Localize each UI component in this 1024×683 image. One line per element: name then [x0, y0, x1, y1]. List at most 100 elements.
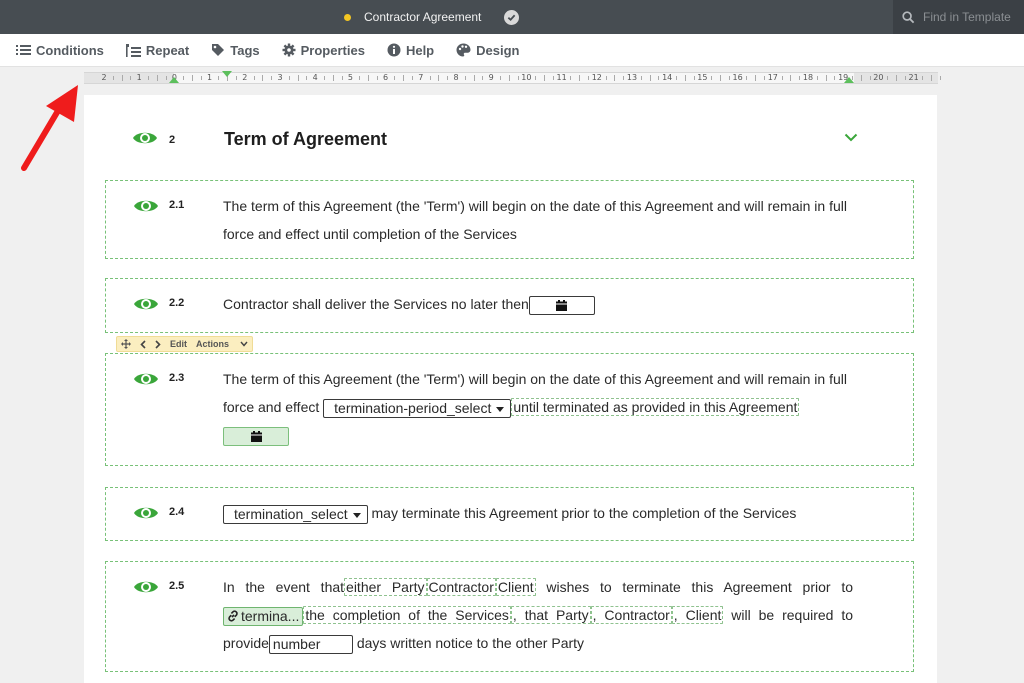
repeat-icon [125, 43, 141, 57]
search-box[interactable] [893, 0, 1024, 34]
ruler-label: 21 [908, 73, 919, 82]
red-annotation-arrow-icon [21, 85, 78, 171]
termination-select[interactable]: termination_select [223, 504, 368, 524]
properties-button[interactable]: Properties [282, 43, 365, 58]
clause-2-2[interactable]: 2.2 Contractor shall deliver the Service… [105, 278, 914, 333]
actions-button[interactable]: Actions [196, 339, 248, 349]
search-input[interactable] [923, 10, 1023, 24]
clause-text-block: The term of this Agreement (the 'Term') … [223, 365, 853, 449]
conditions-button[interactable]: Conditions [16, 43, 104, 58]
document-page: 2 Term of Agreement 2.1 The term of this… [84, 95, 937, 683]
option-that-party[interactable]: , that Party [510, 606, 591, 624]
eye-icon[interactable] [133, 578, 159, 596]
ruler-indent-marker[interactable] [844, 77, 854, 83]
ruler-tick [940, 76, 941, 80]
conditional-text[interactable]: the completion of the Services [303, 606, 511, 624]
option-contractor[interactable]: Contractor [426, 578, 496, 596]
option-client[interactable]: Client [495, 578, 536, 596]
option-contractor[interactable]: , Contractor [590, 606, 672, 624]
clause-text[interactable]: days written notice to the other Party [357, 635, 584, 651]
date-field[interactable] [528, 295, 595, 315]
ruler-tick [121, 75, 123, 81]
ruler-label: 10 [521, 73, 532, 82]
eye-icon[interactable] [133, 370, 159, 388]
ruler-tick [376, 76, 378, 80]
ruler-tick [570, 76, 572, 80]
ruler-label: 2 [101, 73, 107, 82]
document-title-text: Contractor Agreement [364, 10, 482, 24]
ruler-tick [790, 75, 792, 81]
termination-period-select[interactable]: termination-period_select [323, 398, 512, 418]
actions-label: Actions [196, 339, 230, 349]
repeat-button[interactable]: Repeat [125, 43, 189, 58]
check-circle-icon[interactable] [504, 9, 520, 25]
editor-toolbar: Conditions Repeat Tags Properties Help D… [0, 34, 1024, 67]
clause-text[interactable]: may terminate this Agreement prior to th… [372, 505, 797, 521]
ruler-tick [112, 76, 114, 80]
ruler-tick [359, 76, 361, 80]
ruler-tick [156, 75, 158, 81]
ruler-tick [640, 76, 642, 80]
ruler-label: 6 [383, 73, 389, 82]
clause-2-5[interactable]: 2.5 In the event that either Party Contrac… [105, 561, 914, 672]
edit-button[interactable]: Edit [170, 339, 187, 349]
tags-button[interactable]: Tags [211, 43, 260, 58]
ruler-tick [200, 76, 202, 80]
ruler-tick [262, 75, 264, 81]
ruler-tick [394, 76, 396, 80]
clause-text-line: termination_select may terminate this Ag… [223, 499, 853, 527]
ruler-tick [544, 75, 545, 81]
option-either-party[interactable]: either Party [344, 578, 427, 596]
chevron-down-icon[interactable] [844, 133, 858, 142]
ruler-tick [904, 76, 906, 80]
clause-2-3[interactable]: 2.3 The term of this Agreement (the 'Ter… [105, 353, 914, 466]
ruler-tick [288, 76, 290, 80]
eye-icon[interactable] [132, 129, 158, 147]
help-button[interactable]: Help [387, 43, 434, 58]
ruler-tick [473, 75, 475, 81]
section-title[interactable]: Term of Agreement [224, 129, 387, 150]
chevron-left-icon[interactable] [140, 339, 146, 349]
design-button[interactable]: Design [456, 43, 519, 58]
help-label: Help [405, 42, 435, 58]
design-label: Design [476, 42, 520, 58]
chevron-right-icon[interactable] [155, 339, 161, 349]
ruler-label: 14 [662, 73, 673, 82]
linked-condition-chip[interactable]: termina... [223, 606, 304, 626]
ruler-tick [728, 76, 730, 80]
ruler-tick [341, 76, 343, 80]
ruler-tick [165, 76, 167, 80]
ruler-tick [799, 76, 801, 80]
move-icon[interactable] [121, 339, 131, 349]
ruler-label: 13 [626, 73, 638, 82]
ruler-tick [605, 76, 607, 80]
clause-text[interactable]: Contractor shall deliver the Services no… [223, 296, 529, 312]
ruler-label: 3 [277, 73, 283, 82]
ruler-tick [500, 76, 501, 80]
ruler-tick [834, 76, 836, 80]
eye-icon[interactable] [133, 504, 159, 522]
clause-2-4[interactable]: 2.4 termination_select may terminate thi… [105, 487, 914, 541]
eye-icon[interactable] [133, 295, 159, 313]
number-field[interactable]: number [268, 634, 353, 654]
option-client[interactable]: , Client [671, 606, 724, 624]
ruler-indent-marker[interactable] [169, 77, 179, 83]
clause-text[interactable]: wishes to terminate this Agreement prior… [546, 579, 853, 595]
ruler-tick [183, 76, 185, 80]
ruler-indent-marker[interactable] [222, 71, 232, 77]
eye-icon[interactable] [133, 197, 159, 215]
ruler-label: 8 [453, 73, 459, 82]
conditional-text[interactable]: until terminated as provided in this Agr… [511, 398, 800, 416]
ruler-label: 15 [697, 73, 708, 82]
ruler-tick [130, 76, 132, 80]
clause-2-1[interactable]: 2.1 The term of this Agreement (the 'Ter… [105, 180, 914, 259]
unsaved-indicator-icon [344, 13, 351, 21]
document-title[interactable]: Contractor Agreement [344, 0, 520, 34]
ruler-tick [614, 75, 616, 81]
clause-text-line: Contractor shall deliver the Services no… [223, 290, 853, 318]
clause-text[interactable]: In the event that [223, 579, 344, 595]
list-icon [16, 45, 31, 55]
date-field[interactable] [223, 426, 289, 446]
clause-text[interactable]: The term of this Agreement (the 'Term') … [223, 192, 853, 248]
horizontal-ruler[interactable]: 2 1 0 1 2 3 4 5 6 7 8 9 10 11 12 13 14 15 16 17 18 19 20 21 [84, 71, 941, 84]
